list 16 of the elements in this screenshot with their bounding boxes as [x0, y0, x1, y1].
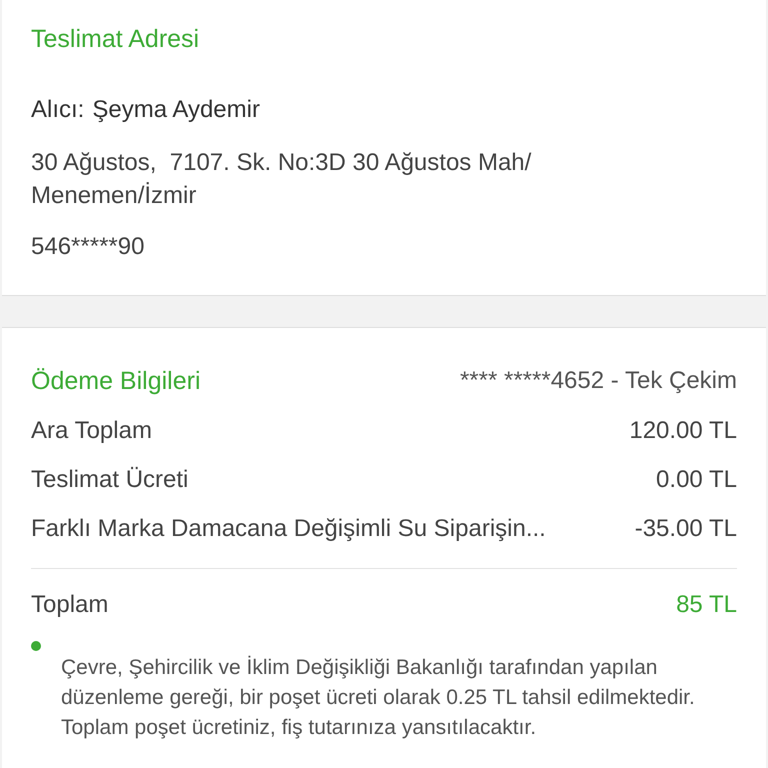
section-title: Teslimat Adresi: [31, 24, 200, 55]
card-number: **** *****4652 - Tek Çekim: [460, 366, 737, 396]
line-amount: 120.00 TL: [629, 416, 737, 446]
total-amount: 85 TL: [676, 590, 737, 620]
section-title: Ödeme Bilgileri: [31, 366, 201, 397]
line-amount: -35.00 TL: [634, 514, 737, 544]
phone-number: 546*****90: [31, 232, 146, 262]
address-text: 30 Ağustos, 7107. Sk. No:3D 30 Ağustos Mah/ Menemen/İzmir: [31, 148, 532, 211]
line-amount: 0.00 TL: [656, 465, 737, 495]
line-label: Ara Toplam: [31, 416, 152, 446]
recipient-label: Alıcı:: [31, 95, 84, 125]
total-label: Toplam: [31, 590, 108, 620]
bag-fee-note: Çevre, Şehircilik ve İklim Değişikliği Bakanlığı tarafından yapılan düzenleme gereği, bir poşet ücreti olarak 0.25 TL tahsil edilmektedir. Toplam poşet ücretiniz, fiş tutarınıza yansıtılacaktır.: [61, 654, 696, 741]
line-label: Farklı Marka Damacana Değişimli Su Siparişin...: [31, 514, 546, 544]
recipient-name: Şeyma Aydemir: [92, 95, 260, 125]
line-label: Teslimat Ücreti: [31, 465, 188, 495]
